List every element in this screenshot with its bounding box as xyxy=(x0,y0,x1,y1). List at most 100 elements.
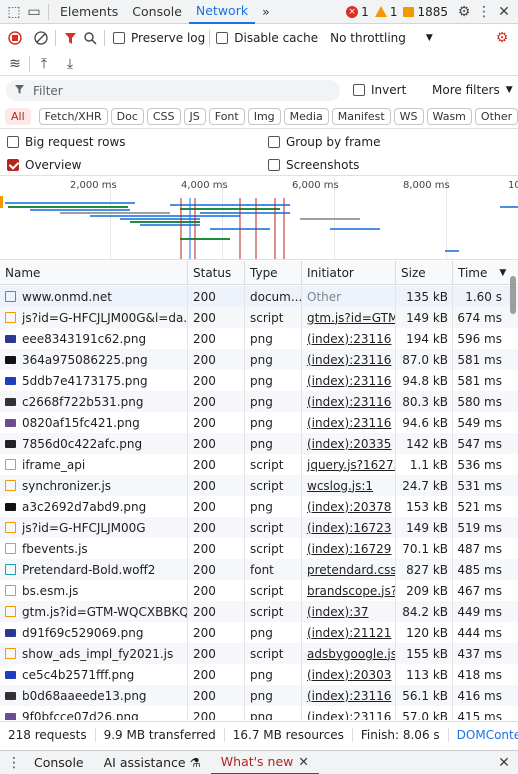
request-initiator-cell[interactable]: gtm.js?id=GTM-V xyxy=(302,307,396,328)
request-name-cell[interactable]: eee8343191c62.png xyxy=(0,328,188,349)
request-name-cell[interactable]: 5ddb7e4173175.png xyxy=(0,370,188,391)
type-filter-img[interactable]: Img xyxy=(247,108,281,125)
table-row[interactable]: js?id=G-HFCJLJM00G 200 script (index):16723… xyxy=(0,517,518,538)
table-row[interactable]: 364a975086225.png 200 png (index):23116 87.0… xyxy=(0,349,518,370)
table-row[interactable]: show_ads_impl_fy2021.js 200 script adsbygoo… xyxy=(0,643,518,664)
request-initiator-cell[interactable]: adsbygoogle.js?c xyxy=(302,643,396,664)
search-icon[interactable] xyxy=(80,28,100,48)
request-initiator-cell[interactable]: (index):23116 xyxy=(302,412,396,433)
request-name-cell[interactable]: a3c2692d7abd9.png xyxy=(0,496,188,517)
type-filter-manifest[interactable]: Manifest xyxy=(331,108,391,125)
checkbox-box[interactable] xyxy=(113,32,125,44)
table-row[interactable]: fbevents.js 200 script (index):16729 70.1 kB… xyxy=(0,538,518,559)
error-count-badge[interactable]: × 1 xyxy=(346,5,369,19)
settings-gear-icon[interactable]: ⚙ xyxy=(454,2,474,22)
column-header-status[interactable]: Status xyxy=(188,261,245,285)
table-row[interactable]: Pretendard-Bold.woff2 200 font pretendard.c… xyxy=(0,559,518,580)
type-filter-fetch-xhr[interactable]: Fetch/XHR xyxy=(38,108,108,125)
type-filter-ws[interactable]: WS xyxy=(393,108,424,125)
request-initiator-cell[interactable]: (index):20335 xyxy=(302,433,396,454)
column-header-name[interactable]: Name xyxy=(0,261,188,285)
request-initiator-cell[interactable]: (index):21121 xyxy=(302,622,396,643)
more-filters-dropdown[interactable]: More filters ▼ xyxy=(432,83,513,97)
request-initiator-cell[interactable]: (index):23116 xyxy=(302,685,396,706)
request-initiator-cell[interactable]: (index):20303 xyxy=(302,664,396,685)
request-name-cell[interactable]: Pretendard-Bold.woff2 xyxy=(0,559,188,580)
checkbox-box[interactable] xyxy=(216,32,229,44)
request-initiator-cell[interactable]: (index):37 xyxy=(302,601,396,622)
disable-cache-checkbox[interactable]: Disable cache xyxy=(216,31,318,45)
table-row[interactable]: iframe_api 200 script jquery.js?162751 1.1 k… xyxy=(0,454,518,475)
request-name-cell[interactable]: 0820af15fc421.png xyxy=(0,412,188,433)
request-name-cell[interactable]: 7856d0c422afc.png xyxy=(0,433,188,454)
type-filter-media[interactable]: Media xyxy=(283,108,329,125)
type-filter-other[interactable]: Other xyxy=(474,108,518,125)
checkbox-box[interactable] xyxy=(268,136,280,148)
big-request-rows-checkbox[interactable]: Big request rows xyxy=(7,135,126,149)
clear-icon[interactable] xyxy=(31,28,51,48)
request-name-cell[interactable]: fbevents.js xyxy=(0,538,188,559)
table-row[interactable]: www.onmd.net 200 docum... Other 135 kB 1.60 s xyxy=(0,286,518,307)
screenshots-checkbox[interactable]: Screenshots xyxy=(268,158,359,172)
table-row[interactable]: js?id=G-HFCJLJM00G&l=da... 200 script gtm.j… xyxy=(0,307,518,328)
request-name-cell[interactable]: ce5c4b2571fff.png xyxy=(0,664,188,685)
filter-funnel-icon[interactable] xyxy=(60,28,80,48)
request-name-cell[interactable]: js?id=G-HFCJLJM00G&l=da... xyxy=(0,307,188,328)
request-name-cell[interactable]: 364a975086225.png xyxy=(0,349,188,370)
request-name-cell[interactable]: bs.esm.js xyxy=(0,580,188,601)
table-row[interactable]: ce5c4b2571fff.png 200 png (index):20303 113 … xyxy=(0,664,518,685)
warning-count-badge[interactable]: 1 xyxy=(374,5,397,19)
overview-checkbox[interactable]: Overview xyxy=(7,158,82,172)
table-row[interactable]: 7856d0c422afc.png 200 png (index):20335 142 … xyxy=(0,433,518,454)
checkbox-box[interactable] xyxy=(7,136,19,148)
request-initiator-cell[interactable]: (index):16723 xyxy=(302,517,396,538)
request-initiator-cell[interactable]: wcslog.js:1 xyxy=(302,475,396,496)
column-header-initiator[interactable]: Initiator xyxy=(302,261,396,285)
request-initiator-cell[interactable]: (index):23116 xyxy=(302,391,396,412)
type-filter-css[interactable]: CSS xyxy=(146,108,181,125)
request-name-cell[interactable]: gtm.js?id=GTM-WQCXBBKQ xyxy=(0,601,188,622)
import-har-icon[interactable]: ⤒ xyxy=(34,54,54,74)
more-tabs-button[interactable]: » xyxy=(255,0,277,24)
preserve-log-checkbox[interactable]: Preserve log xyxy=(113,31,205,45)
network-overview-timeline[interactable]: 2,000 ms 4,000 ms 6,000 ms 8,000 ms 10 xyxy=(0,178,518,260)
table-row[interactable]: bs.esm.js 200 script brandscope.js?17 209 kB… xyxy=(0,580,518,601)
network-conditions-icon[interactable]: ≋ xyxy=(5,54,25,74)
close-icon[interactable]: ✕ xyxy=(494,2,514,22)
request-initiator-cell[interactable]: brandscope.js?17 xyxy=(302,580,396,601)
request-name-cell[interactable]: show_ads_impl_fy2021.js xyxy=(0,643,188,664)
type-filter-doc[interactable]: Doc xyxy=(110,108,144,125)
request-initiator-cell[interactable]: (index):16729 xyxy=(302,538,396,559)
checkbox-box[interactable] xyxy=(353,84,365,96)
record-stop-icon[interactable] xyxy=(5,28,25,48)
invert-checkbox[interactable]: Invert xyxy=(353,83,406,97)
export-har-icon[interactable]: ⤓ xyxy=(60,54,80,74)
table-row[interactable]: d91f69c529069.png 200 png (index):21121 120 … xyxy=(0,622,518,643)
request-name-cell[interactable]: c2668f722b531.png xyxy=(0,391,188,412)
request-name-cell[interactable]: b0d68aaeede13.png xyxy=(0,685,188,706)
filter-input[interactable]: Filter xyxy=(6,80,340,101)
type-filter-font[interactable]: Font xyxy=(208,108,245,125)
request-initiator-cell[interactable]: pretendard.css xyxy=(302,559,396,580)
throttling-select[interactable]: No throttling ▼ xyxy=(330,31,433,45)
request-initiator-cell[interactable]: (index):23116 xyxy=(302,349,396,370)
request-initiator-cell[interactable]: (index):23116 xyxy=(302,328,396,349)
table-row[interactable]: 9f0bfcce07d26.png 200 png (index):23116 57.0… xyxy=(0,706,518,720)
inspect-element-icon[interactable]: ⬚ xyxy=(4,2,24,22)
drawer-tab-ai-assistance[interactable]: AI assistance ⚗ xyxy=(94,751,211,774)
column-header-size[interactable]: Size xyxy=(396,261,453,285)
type-filter-all[interactable]: All xyxy=(5,108,31,125)
type-filter-js[interactable]: JS xyxy=(183,108,206,125)
issues-count-badge[interactable]: 1885 xyxy=(403,5,448,19)
tab-elements[interactable]: Elements xyxy=(53,0,125,24)
table-scrollbar[interactable] xyxy=(510,276,516,314)
request-name-cell[interactable]: www.onmd.net xyxy=(0,286,188,307)
request-initiator-cell[interactable]: jquery.js?162751 xyxy=(302,454,396,475)
table-row[interactable]: synchronizer.js 200 script wcslog.js:1 24.7 … xyxy=(0,475,518,496)
column-header-type[interactable]: Type xyxy=(245,261,302,285)
column-header-time[interactable]: Time ▼ xyxy=(453,261,508,285)
request-name-cell[interactable]: js?id=G-HFCJLJM00G xyxy=(0,517,188,538)
group-by-frame-checkbox[interactable]: Group by frame xyxy=(268,135,380,149)
table-row[interactable]: 5ddb7e4173175.png 200 png (index):23116 94.8… xyxy=(0,370,518,391)
tab-console[interactable]: Console xyxy=(125,0,189,24)
